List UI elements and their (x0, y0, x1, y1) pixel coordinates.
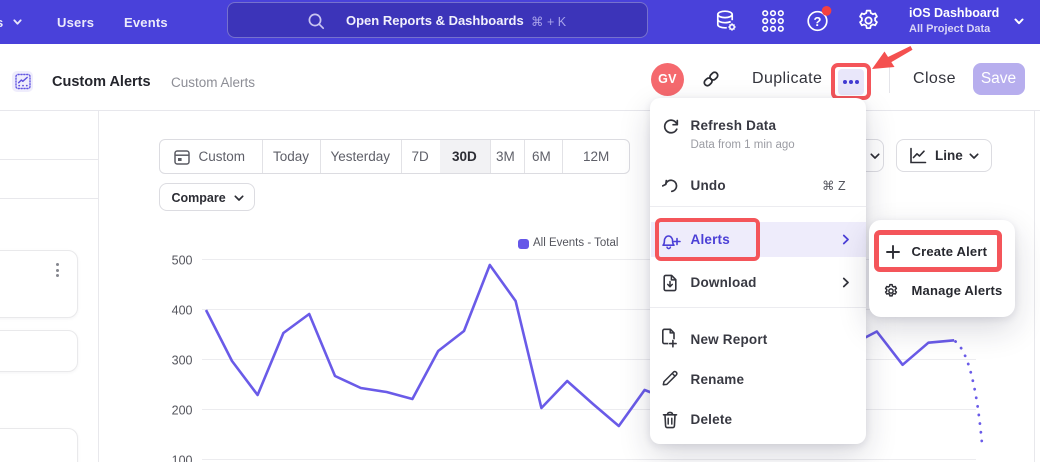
svg-text:200: 200 (172, 404, 193, 418)
svg-text:300: 300 (172, 354, 193, 368)
svg-text:500: 500 (172, 254, 193, 268)
svg-text:400: 400 (172, 304, 193, 318)
svg-text:100: 100 (172, 454, 193, 462)
svg-text:?: ? (814, 14, 822, 29)
